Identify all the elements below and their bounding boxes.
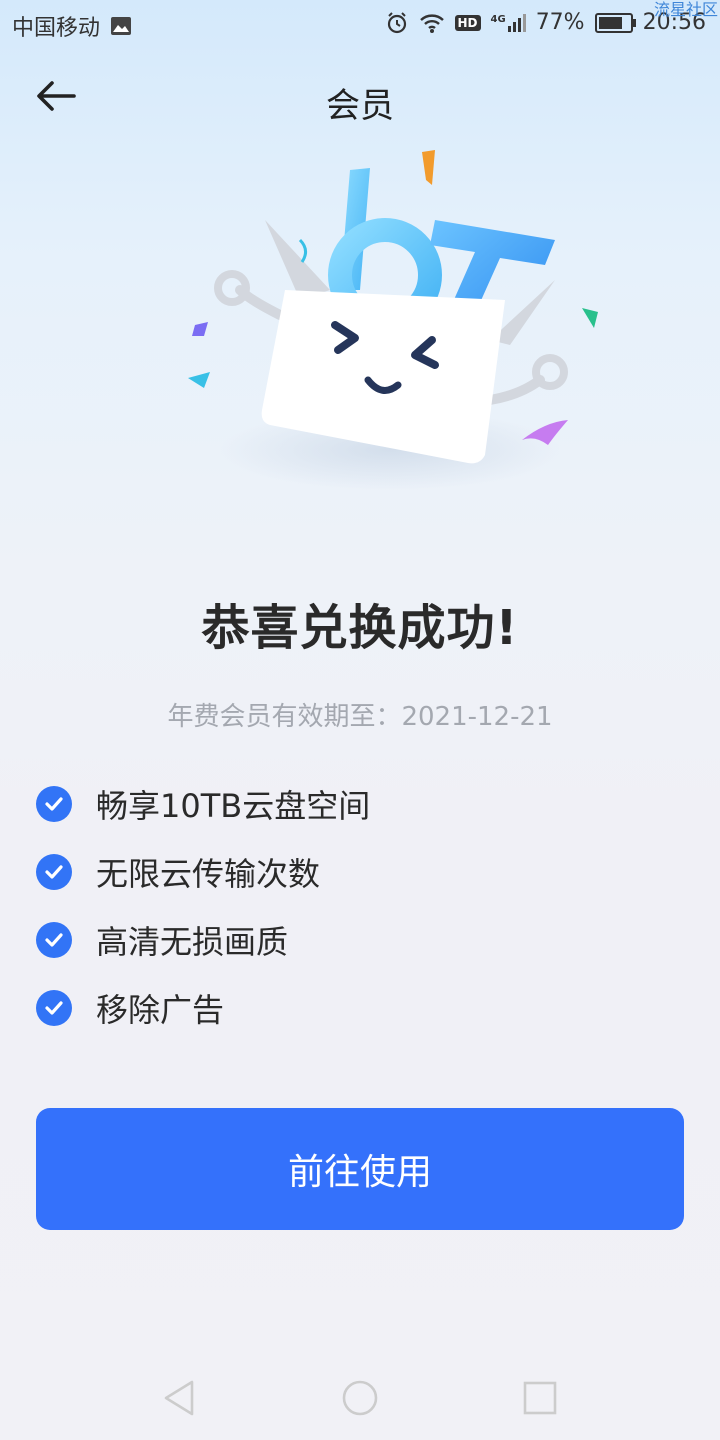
benefit-item: 高清无损画质 bbox=[36, 906, 676, 974]
top-bar: 会员 bbox=[0, 60, 720, 136]
battery-percent: 77% bbox=[535, 10, 585, 35]
network-type: 4G bbox=[490, 13, 506, 25]
hd-badge: HD bbox=[454, 14, 481, 31]
benefit-item: 畅享10TB云盘空间 bbox=[36, 770, 676, 838]
check-circle-icon bbox=[36, 922, 72, 958]
benefit-label: 无限云传输次数 bbox=[96, 855, 321, 893]
square-recents-icon bbox=[523, 1381, 557, 1415]
image-notification-icon bbox=[111, 17, 132, 35]
triangle-back-icon bbox=[164, 1380, 194, 1416]
check-circle-icon bbox=[36, 990, 72, 1026]
status-bar: 中国移动 HD 4G 77% 20:56 流星社区 bbox=[0, 0, 720, 50]
alarm-icon bbox=[387, 11, 406, 33]
nav-recents-button[interactable] bbox=[516, 1374, 564, 1422]
wifi-icon bbox=[419, 13, 444, 33]
watermark-text: 流星社区 bbox=[653, 0, 718, 19]
go-use-button[interactable]: 前往使用 bbox=[36, 1108, 684, 1230]
nav-home-button[interactable] bbox=[336, 1374, 384, 1422]
benefit-label: 移除广告 bbox=[96, 991, 225, 1029]
membership-expiry: 年费会员有效期至：2021-12-21 bbox=[167, 702, 553, 732]
check-circle-icon bbox=[36, 786, 72, 822]
benefit-label: 畅享10TB云盘空间 bbox=[96, 787, 371, 825]
battery-icon bbox=[594, 12, 636, 33]
success-headline: 恭喜兑换成功! bbox=[201, 600, 519, 656]
benefit-item: 移除广告 bbox=[36, 974, 676, 1042]
success-box-illustration bbox=[188, 150, 598, 490]
benefit-item: 无限云传输次数 bbox=[36, 838, 676, 906]
circle-home-icon bbox=[342, 1380, 378, 1416]
benefit-label: 高清无损画质 bbox=[96, 923, 289, 961]
signal-icon: 4G bbox=[490, 13, 526, 32]
benefits-list: 畅享10TB云盘空间 无限云传输次数 高清无损画质 移除广告 bbox=[36, 770, 676, 1042]
check-circle-icon bbox=[36, 854, 72, 890]
carrier-label: 中国移动 bbox=[12, 16, 101, 41]
system-nav-bar bbox=[0, 1354, 720, 1440]
page-title: 会员 bbox=[326, 86, 394, 126]
nav-back-button[interactable] bbox=[156, 1374, 204, 1422]
status-left: 中国移动 bbox=[12, 10, 132, 42]
